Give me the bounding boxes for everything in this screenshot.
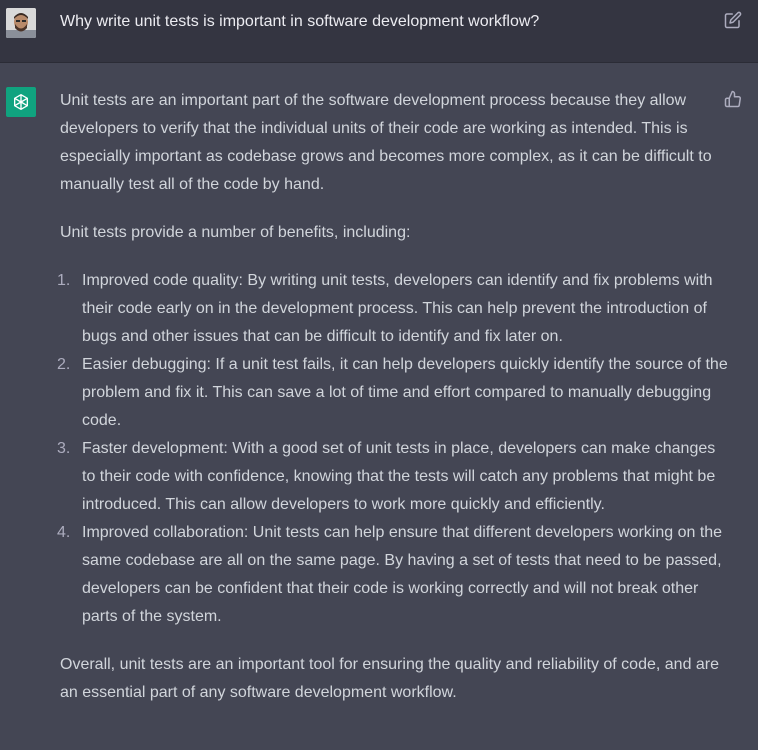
- list-item-number: 2.: [57, 356, 71, 373]
- answer-closing: Overall, unit tests are an important too…: [60, 656, 720, 701]
- list-item-text: Improved code quality: By writing unit t…: [82, 272, 713, 345]
- benefits-list: 1. Improved code quality: By writing uni…: [57, 267, 728, 631]
- user-avatar-image: [6, 8, 36, 38]
- user-avatar: [6, 8, 36, 38]
- answer-intro: Unit tests are an important part of the …: [60, 92, 712, 193]
- assistant-message: Unit tests are an important part of the …: [57, 87, 728, 707]
- list-item: 2. Easier debugging: If a unit test fail…: [57, 351, 728, 435]
- list-item-text: Improved collaboration: Unit tests can h…: [82, 524, 723, 625]
- list-item: 4. Improved collaboration: Unit tests ca…: [57, 519, 728, 631]
- user-message-text: Why write unit tests is important in sof…: [60, 13, 540, 30]
- edit-icon[interactable]: [724, 11, 742, 29]
- list-item-number: 4.: [57, 524, 71, 541]
- list-item-text: Easier debugging: If a unit test fails, …: [82, 356, 728, 429]
- user-message-row: Why write unit tests is important in sof…: [0, 0, 758, 63]
- openai-logo-icon: [6, 87, 36, 117]
- list-item-number: 1.: [57, 272, 71, 289]
- list-item-text: Faster development: With a good set of u…: [82, 440, 716, 513]
- list-item: 1. Improved code quality: By writing uni…: [57, 267, 728, 351]
- benefits-intro: Unit tests provide a number of benefits,…: [60, 224, 411, 241]
- list-item: 3. Faster development: With a good set o…: [57, 435, 728, 519]
- list-item-number: 3.: [57, 440, 71, 457]
